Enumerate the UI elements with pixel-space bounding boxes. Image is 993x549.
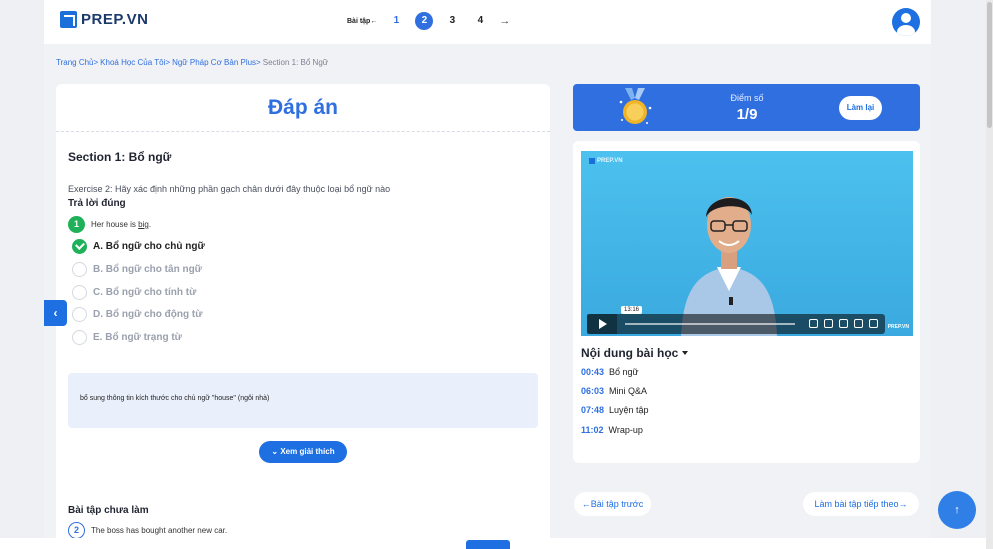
volume-icon[interactable] (809, 319, 818, 328)
logo[interactable]: PREP.VN (60, 11, 148, 28)
breadcrumb-my-courses[interactable]: Khoá Học Của Tôi> (100, 58, 170, 67)
prep-logo-icon (589, 158, 595, 164)
question-row: 2 The boss has bought another new car. (68, 522, 227, 539)
breadcrumb-home[interactable]: Trang Chủ> (56, 58, 98, 67)
presenter-image (681, 197, 777, 336)
top-bar: PREP.VN Bài tập← 1 2 3 4 → (44, 0, 931, 44)
score-label: Điểm số (730, 93, 764, 103)
option-label: C. Bổ ngữ cho tính từ (93, 287, 197, 298)
video-watermark: PREP.VN (887, 324, 909, 330)
option-label: E. Bổ ngữ trạng từ (93, 332, 182, 343)
explanation-box: bổ sung thông tin kích thước cho chủ ngữ… (68, 373, 538, 428)
radio-circle-icon (72, 262, 87, 277)
underlined-word: big (138, 220, 149, 229)
question-text: The boss has bought another new car. (91, 526, 228, 535)
option-label: D. Bổ ngữ cho động từ (93, 309, 203, 320)
lesson-item[interactable]: 07:48 Luyện tập (581, 405, 649, 415)
breadcrumb-current: Section 1: Bổ Ngữ (262, 58, 329, 67)
breadcrumb: Trang Chủ> Khoá Học Của Tôi> Ngữ Pháp Cơ… (56, 58, 328, 67)
option-label: B. Bổ ngữ cho tân ngữ (93, 264, 202, 275)
retry-button[interactable]: Làm lại (839, 96, 882, 120)
next-exercise-button[interactable]: Làm bài tập tiếp theo→ (803, 492, 919, 516)
radio-circle-icon (72, 285, 87, 300)
exercise-pager: Bài tập← 1 2 3 4 → (347, 12, 510, 30)
time-tooltip: 13:16 (621, 306, 643, 314)
collapse-panel-button[interactable]: ‹ (44, 300, 67, 326)
lesson-content-toggle[interactable]: Nội dung bài học (581, 346, 689, 360)
option-label: A. Bổ ngữ cho chủ ngữ (93, 241, 205, 252)
option-e[interactable]: E. Bổ ngữ trạng từ (72, 330, 182, 345)
lesson-name: Luyện tập (609, 405, 649, 415)
option-c[interactable]: C. Bổ ngữ cho tính từ (72, 285, 196, 300)
lesson-timestamp[interactable]: 00:43 (581, 367, 604, 377)
breadcrumb-course[interactable]: Ngữ Pháp Cơ Bản Plus> (172, 58, 261, 67)
option-a[interactable]: A. Bổ ngữ cho chủ ngữ (72, 239, 205, 254)
lesson-item[interactable]: 11:02 Wrap-up (581, 425, 643, 435)
lesson-name: Mini Q&A (609, 386, 648, 396)
video-card: PREP.VN 13:16 PREP.VN Nội dung bài học 0… (573, 141, 920, 463)
question-number-badge[interactable]: 1 (68, 216, 85, 233)
divider (56, 131, 550, 132)
pager-page-2[interactable]: 2 (415, 12, 434, 30)
score-value: 1/9 (736, 106, 758, 123)
play-icon[interactable] (587, 314, 617, 334)
chevron-down-icon: ⌄ (271, 447, 281, 456)
radio-circle-icon (72, 307, 87, 322)
lesson-item[interactable]: 00:43 Bổ ngữ (581, 367, 639, 377)
show-explanation-button[interactable]: ⌄ Xem giải thích (259, 441, 347, 463)
unfinished-title: Bài tập chưa làm (68, 505, 149, 516)
correct-answer-label: Trả lời đúng (68, 198, 126, 209)
lesson-timestamp[interactable]: 06:03 (581, 386, 604, 396)
question-row: 1 Her house is big. (68, 216, 151, 233)
settings-icon[interactable] (839, 319, 848, 328)
option-d[interactable]: D. Bổ ngữ cho động từ (72, 307, 202, 322)
lesson-timestamp[interactable]: 11:02 (581, 425, 604, 435)
radio-circle-icon (72, 330, 87, 345)
user-avatar-icon[interactable] (892, 8, 920, 36)
pager-label[interactable]: Bài tập← (347, 18, 377, 25)
score-card: Điểm số 1/9 Làm lại (573, 84, 920, 131)
fullscreen-icon[interactable] (869, 319, 878, 328)
lesson-name: Bổ ngữ (609, 367, 639, 377)
lesson-timestamp[interactable]: 07:48 (581, 405, 604, 415)
control-icons (809, 319, 878, 328)
video-logo: PREP.VN (589, 158, 623, 164)
scrollbar-thumb[interactable] (987, 2, 992, 128)
medal-icon (619, 88, 652, 124)
answer-title: Đáp án (267, 96, 338, 119)
exercise-instruction: Exercise 2: Hãy xác định những phần gạch… (68, 184, 391, 194)
caret-down-icon (682, 351, 689, 355)
pager-page-4[interactable]: 4 (471, 12, 489, 30)
answer-panel: Đáp án Section 1: Bổ ngữ Exercise 2: Hãy… (56, 84, 550, 549)
logo-text: PREP.VN (81, 11, 149, 28)
option-b[interactable]: B. Bổ ngữ cho tân ngữ (72, 262, 202, 277)
bottom-action-tab[interactable] (466, 540, 510, 549)
question-number-badge[interactable]: 2 (68, 522, 85, 539)
lesson-item[interactable]: 06:03 Mini Q&A (581, 386, 647, 396)
section-title: Section 1: Bổ ngữ (68, 150, 172, 164)
previous-exercise-button[interactable]: ←Bài tập trước (574, 492, 651, 516)
lesson-name: Wrap-up (608, 425, 643, 435)
pager-next-arrow[interactable]: → (499, 15, 510, 27)
video-progress-bar[interactable] (625, 323, 795, 325)
pip-icon[interactable] (854, 319, 863, 328)
scroll-to-top-button[interactable]: ↑ (938, 491, 976, 529)
prep-logo-icon (60, 11, 77, 28)
pager-page-1[interactable]: 1 (387, 12, 405, 30)
check-icon (72, 239, 87, 254)
captions-icon[interactable] (824, 319, 833, 328)
video-controls (587, 314, 885, 334)
video-player[interactable]: PREP.VN 13:16 PREP.VN (581, 151, 913, 336)
pager-page-3[interactable]: 3 (443, 12, 461, 30)
question-text: Her house is big. (91, 220, 152, 229)
